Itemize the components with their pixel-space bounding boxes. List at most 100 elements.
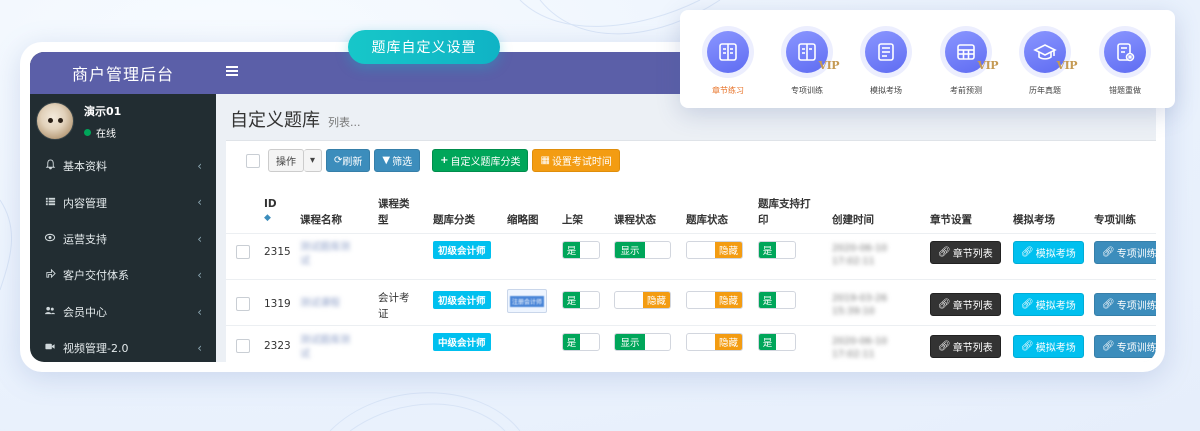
mock-exam-button[interactable]: 🔗︎ 模拟考场 [1013, 335, 1084, 358]
chevron-left-icon: ‹ [197, 231, 202, 246]
feature-pre-exam-prediction[interactable]: VIP 考前预测 [936, 26, 999, 96]
feature-past-exams[interactable]: VIP 历年真题 [1015, 26, 1078, 96]
sort-icon[interactable]: ◆ [264, 211, 277, 225]
feature-label: 模拟考场 [870, 86, 902, 95]
column-header-special-training: 专项训练 [1094, 214, 1136, 226]
page-title: 自定义题库 [230, 110, 320, 131]
exam-sheet-icon [878, 43, 894, 61]
row-course-type-line: 证 [378, 308, 389, 320]
plus-icon: + [440, 155, 449, 166]
feature-icon-circle: VIP [1019, 26, 1078, 78]
row-created-time: 17:02:11 [832, 349, 875, 360]
sidebar-item-delivery[interactable]: 客户交付体系 ‹ [30, 257, 216, 293]
feature-icon-inner [1104, 31, 1146, 73]
column-header-created: 创建时间 [832, 214, 874, 226]
row-created-time: 17:02:11 [832, 256, 875, 267]
toggle-on-label: 是 [759, 242, 776, 258]
print-toggle[interactable]: 是 [758, 291, 796, 309]
chapter-list-button[interactable]: 🔗︎ 章节列表 [930, 293, 1001, 316]
wrong-answer-icon [1117, 43, 1135, 62]
row-course-name-line: 测试题库测 [300, 335, 350, 346]
row-course-name-line: 测试题库测 [300, 242, 350, 253]
mock-exam-button[interactable]: 🔗︎ 模拟考场 [1013, 293, 1084, 316]
chapter-list-button[interactable]: 🔗︎ 章节列表 [930, 241, 1001, 264]
row-checkbox[interactable] [236, 245, 250, 259]
column-header-bank-status: 题库状态 [686, 214, 728, 226]
column-header-id[interactable]: ID ◆ [264, 197, 277, 225]
feature-label: 章节练习 [712, 86, 744, 95]
row-course-type-line: 会计考 [378, 292, 410, 304]
bank-status-toggle[interactable]: 隐藏 [686, 291, 743, 309]
table-panel: 操作 ▾ ⟳ 刷新 ▼ 筛选 + 自定义题库分类 ▦ 设置考试时间 ID ◆ 课… [226, 140, 1156, 362]
toggle-off-label: 隐藏 [643, 292, 670, 308]
feature-icon-circle: VIP [940, 26, 999, 78]
feature-icon-circle: VIP [781, 26, 840, 78]
sidebar-item-label: 内容管理 [63, 196, 107, 210]
main-content: 自定义题库 列表... 操作 ▾ ⟳ 刷新 ▼ 筛选 + 自定义题库分类 ▦ 设… [216, 94, 1156, 362]
bank-status-toggle[interactable]: 隐藏 [686, 333, 743, 351]
sidebar-item-members[interactable]: 会员中心 ‹ [30, 294, 216, 330]
row-checkbox[interactable] [236, 297, 250, 311]
feature-redo-mistakes[interactable]: 错题重做 [1095, 26, 1155, 96]
vip-badge: VIP [977, 59, 999, 72]
row-checkbox[interactable] [236, 339, 250, 353]
feature-icon-circle [860, 26, 912, 78]
feature-special-training[interactable]: VIP 专项训练 [777, 26, 840, 96]
chevron-left-icon: ‹ [197, 195, 202, 210]
sidebar-item-label: 会员中心 [63, 305, 107, 319]
mock-exam-button[interactable]: 🔗︎ 模拟考场 [1013, 241, 1084, 264]
refresh-button[interactable]: ⟳ 刷新 [326, 149, 371, 172]
row-course-name[interactable]: 测试题库测 试 [300, 241, 350, 269]
sidebar-item-operations[interactable]: 运营支持 ‹ [30, 221, 216, 257]
column-header-listed: 上架 [562, 214, 583, 226]
print-toggle[interactable]: 是 [758, 333, 796, 351]
brand-title: 商户管理后台 [30, 52, 216, 94]
set-exam-time-button[interactable]: ▦ 设置考试时间 [532, 149, 620, 172]
column-header-course-name: 课程名称 [300, 214, 342, 226]
bank-status-toggle[interactable]: 隐藏 [686, 241, 743, 259]
course-status-toggle[interactable]: 显示 [614, 241, 671, 259]
toggle-off-label: 隐藏 [715, 292, 742, 308]
chapter-list-label: 章节列表 [952, 301, 993, 312]
link-icon: 🔗︎ [1102, 299, 1115, 310]
row-id: 1319 [264, 298, 291, 310]
filter-button[interactable]: ▼ 筛选 [374, 149, 421, 172]
course-status-toggle[interactable]: 显示 [614, 333, 671, 351]
special-training-button[interactable]: 🔗︎ 专项训练 [1094, 241, 1156, 264]
sidebar-item-basic-info[interactable]: 基本资料 ‹ [30, 148, 216, 184]
sidebar-item-label: 客户交付体系 [63, 269, 129, 283]
add-category-button[interactable]: + 自定义题库分类 [432, 149, 529, 172]
operate-button[interactable]: 操作 [268, 149, 304, 172]
chapter-list-button[interactable]: 🔗︎ 章节列表 [930, 335, 1001, 358]
row-course-name[interactable]: 测试课程 [300, 297, 340, 311]
listed-toggle[interactable]: 是 [562, 291, 600, 309]
row-created: 2020-06-10 17:02:11 [832, 335, 887, 361]
sidebar-item-content[interactable]: 内容管理 ‹ [30, 184, 216, 220]
course-status-toggle[interactable]: 隐藏 [614, 291, 671, 309]
course-thumbnail: 注册会计师 [507, 289, 547, 313]
link-icon: 🔗︎ [1021, 341, 1034, 352]
print-toggle[interactable]: 是 [758, 241, 796, 259]
select-all-checkbox[interactable] [246, 153, 260, 168]
column-header-label: 题库支持打 [758, 198, 811, 210]
listed-toggle[interactable]: 是 [562, 333, 600, 351]
listed-toggle[interactable]: 是 [562, 241, 600, 259]
column-header-label: 印 [758, 214, 769, 226]
share-icon [42, 268, 58, 282]
sidebar-item-video[interactable]: 视频管理-2.0 ‹ [30, 330, 216, 362]
chevron-left-icon: ‹ [197, 159, 202, 173]
toggle-on-label: 是 [563, 242, 580, 258]
chapter-list-label: 章节列表 [952, 249, 993, 260]
toggle-on-label: 显示 [615, 242, 645, 258]
feature-chapter-practice[interactable]: 章节练习 [698, 26, 758, 96]
thumbnail-text: 注册会计师 [509, 295, 544, 307]
special-training-label: 专项训练 [1116, 343, 1156, 354]
row-course-name[interactable]: 测试题库测 试 [300, 334, 350, 362]
toggle-on-label: 是 [759, 334, 776, 350]
chevron-down-icon[interactable]: ▾ [304, 149, 322, 172]
feature-mock-exam[interactable]: 模拟考场 [856, 26, 916, 96]
sidebar-item-label: 运营支持 [63, 232, 107, 246]
special-training-button[interactable]: 🔗︎ 专项训练 [1094, 335, 1156, 358]
menu-toggle-icon[interactable] [226, 64, 238, 80]
special-training-button[interactable]: 🔗︎ 专项训练 [1094, 293, 1156, 316]
